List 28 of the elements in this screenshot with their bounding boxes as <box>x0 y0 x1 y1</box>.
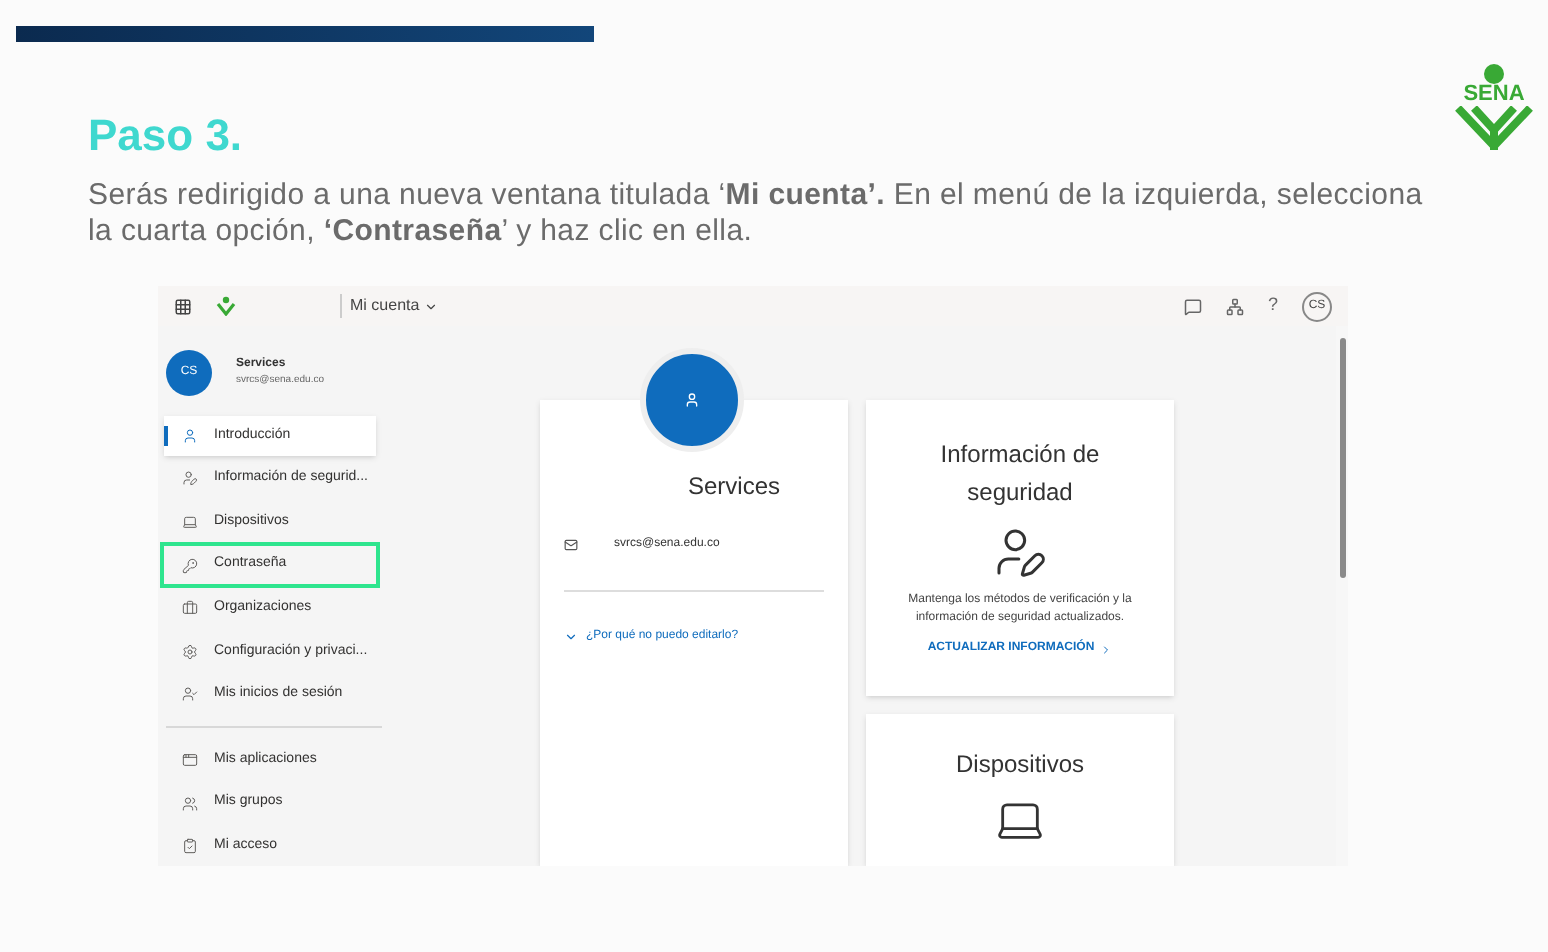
clipboard-icon <box>182 838 198 855</box>
app-launcher-icon[interactable] <box>174 297 192 315</box>
network-icon[interactable] <box>1225 297 1244 315</box>
card-title: Información de seguridad <box>938 438 1102 510</box>
window-icon <box>182 751 198 768</box>
person-icon <box>684 392 700 408</box>
feedback-icon[interactable] <box>1183 297 1202 315</box>
instruction-text: Serás redirigido a una nueva ventana titulada ‘Mi cuenta’. En el menú de la izquierda, selecciona la cuarta opción, ‘Contraseña’ y haz clic en ella. <box>88 178 1425 250</box>
key-icon <box>182 557 198 574</box>
help-button[interactable]: ? <box>1267 292 1278 320</box>
app-title[interactable]: Mi cuenta <box>350 294 438 318</box>
gear-icon <box>182 643 198 660</box>
people-icon <box>182 795 198 812</box>
logo: SENA <box>1448 64 1540 150</box>
person-pen-icon <box>992 524 1048 580</box>
chevron-icon <box>423 299 438 313</box>
person-pen-icon <box>182 470 198 487</box>
profile-name: Services <box>687 470 780 504</box>
chevron-icon <box>564 630 578 644</box>
step-title: Paso 3. <box>88 114 245 158</box>
laptop-icon <box>182 513 198 530</box>
logo-icon <box>216 296 236 316</box>
chevron-icon <box>1100 643 1113 655</box>
card-title: Dispositivos <box>955 747 1085 781</box>
person-icon <box>182 427 198 444</box>
person-check-icon <box>182 686 198 703</box>
mail-icon <box>564 538 578 552</box>
briefcase-icon <box>182 600 198 617</box>
